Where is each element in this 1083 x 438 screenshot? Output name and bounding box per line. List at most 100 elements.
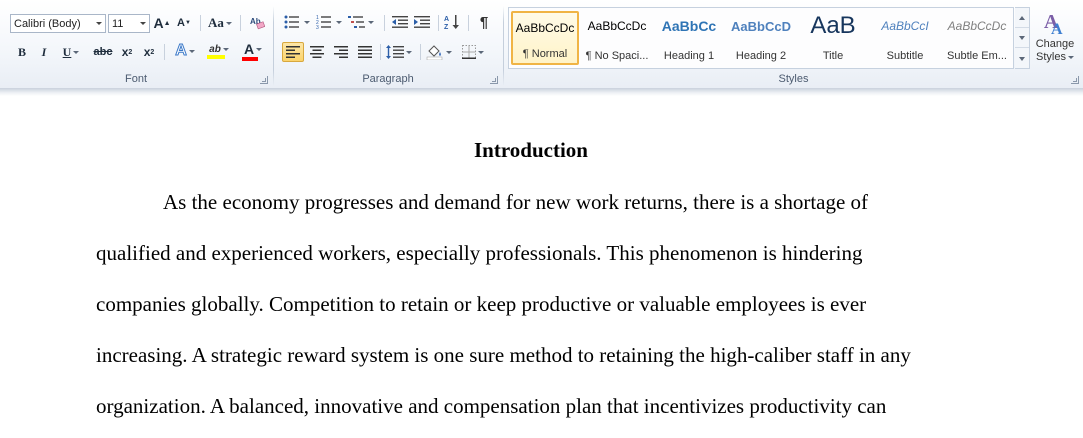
strikethrough-button[interactable]: abc xyxy=(92,42,114,62)
shrink-font-icon: A xyxy=(177,17,185,29)
document-heading: Introduction xyxy=(474,138,588,162)
superscript-button[interactable]: x2 xyxy=(140,42,158,62)
document-page[interactable]: Introduction As the economy progresses a… xyxy=(0,96,1083,438)
italic-button[interactable]: I xyxy=(36,42,52,62)
borders-button[interactable] xyxy=(458,42,488,62)
align-center-button[interactable] xyxy=(306,42,328,62)
style-preview: AaBbCcDc xyxy=(587,19,647,33)
chevron-down-icon xyxy=(446,50,452,54)
justify-button[interactable] xyxy=(354,42,376,62)
chevron-down-icon xyxy=(222,47,229,51)
change-styles-button[interactable]: A A Change Styles xyxy=(1031,6,1079,70)
highlight-button[interactable]: ab xyxy=(204,41,234,61)
bold-button[interactable]: B xyxy=(14,42,30,62)
shading-button[interactable] xyxy=(424,42,454,62)
separator xyxy=(384,15,385,31)
style-preview: AaBbCcDc xyxy=(515,21,575,35)
increase-indent-button[interactable] xyxy=(412,12,432,32)
styles-dialog-launcher-icon[interactable] xyxy=(1071,76,1079,84)
underline-button[interactable]: U xyxy=(58,42,84,62)
highlighter-icon: ab xyxy=(209,43,221,55)
show-formatting-marks-button[interactable]: ¶ xyxy=(474,12,494,32)
font-color-swatch xyxy=(242,57,258,61)
style-name: ¶ No Spaci... xyxy=(585,50,649,62)
highlight-color-swatch xyxy=(207,54,225,59)
bullets-button[interactable] xyxy=(282,12,312,32)
align-left-button[interactable] xyxy=(282,42,304,62)
clear-formatting-icon: Ab xyxy=(250,17,265,30)
font-name-dropdown-icon[interactable] xyxy=(96,22,102,25)
line-spacing-icon xyxy=(386,45,404,59)
chevron-down-icon xyxy=(304,20,310,24)
clear-formatting-button[interactable]: Ab xyxy=(247,12,267,32)
shrink-font-button[interactable]: A ▼ xyxy=(176,13,192,33)
style-preview: AaBbCcD xyxy=(731,19,791,34)
style-preview: AaBbCcI xyxy=(881,19,929,33)
chevron-down-icon xyxy=(225,21,232,25)
font-size-dropdown-icon[interactable] xyxy=(140,22,146,25)
chevron-up-icon xyxy=(1019,16,1025,20)
change-styles-label-1: Change xyxy=(1035,38,1075,50)
chevron-down-icon xyxy=(478,50,484,54)
separator xyxy=(164,44,165,60)
gallery-more[interactable] xyxy=(1015,48,1029,68)
svg-text:A: A xyxy=(1051,21,1063,38)
font-name-combo[interactable]: Calibri (Body) xyxy=(10,14,106,33)
pilcrow-icon: ¶ xyxy=(479,13,489,31)
style-heading-2[interactable]: AaBbCcD Heading 2 xyxy=(727,11,795,65)
styles-gallery-scroll xyxy=(1015,7,1030,69)
style-preview: AaB xyxy=(810,12,856,39)
style-subtitle[interactable]: AaBbCcI Subtitle xyxy=(871,11,939,65)
numbering-icon: 1 2 3 xyxy=(316,15,331,29)
style-title[interactable]: AaB Title xyxy=(799,11,867,65)
word-window: Calibri (Body) 11 A ▲ A ▼ Aa Ab B I U ab… xyxy=(0,0,1083,438)
change-case-button[interactable]: Aa xyxy=(206,13,234,33)
style-subtle-emphasis[interactable]: AaBbCcDc Subtle Em... xyxy=(943,11,1011,65)
text-effects-button[interactable]: A xyxy=(170,41,200,61)
more-icon xyxy=(1019,57,1025,61)
numbering-button[interactable]: 1 2 3 xyxy=(314,12,344,32)
chevron-down-icon xyxy=(256,47,263,51)
multilevel-list-button[interactable] xyxy=(346,12,376,32)
font-color-icon: A xyxy=(243,41,255,57)
paint-bucket-icon xyxy=(426,45,443,60)
change-styles-label-2-text: Styles xyxy=(1036,51,1066,63)
style-no-spacing[interactable]: AaBbCcDc ¶ No Spaci... xyxy=(583,11,651,65)
subscript-icon: x xyxy=(121,45,129,59)
align-right-button[interactable] xyxy=(330,42,352,62)
superscript-icon: x xyxy=(143,45,151,59)
style-heading-1[interactable]: AaBbCc Heading 1 xyxy=(655,11,723,65)
font-color-button[interactable]: A xyxy=(238,41,268,61)
separator xyxy=(200,15,201,31)
group-divider xyxy=(503,6,504,86)
chevron-down-icon xyxy=(188,49,195,53)
align-right-icon xyxy=(334,46,348,58)
decrease-indent-button[interactable] xyxy=(390,12,410,32)
strikethrough-icon: abc xyxy=(93,46,113,58)
subscript-button[interactable]: x2 xyxy=(118,42,136,62)
gallery-scroll-down[interactable] xyxy=(1015,28,1029,48)
grow-font-icon: A xyxy=(153,15,164,31)
separator xyxy=(240,15,241,31)
justify-icon xyxy=(358,46,372,58)
grow-font-button[interactable]: A ▲ xyxy=(153,13,170,33)
gallery-scroll-up[interactable] xyxy=(1015,8,1029,28)
document-line: As the economy progresses and demand for… xyxy=(163,190,869,214)
superscript-mark: 2 xyxy=(150,48,155,56)
style-name: Subtle Em... xyxy=(947,50,1007,62)
document-line: qualified and experienced workers, espec… xyxy=(96,241,863,265)
sort-button[interactable]: A Z xyxy=(442,12,462,32)
ribbon-shadow xyxy=(0,88,1083,96)
style-preview: AaBbCc xyxy=(661,18,717,34)
multilevel-list-icon xyxy=(348,16,365,28)
style-normal[interactable]: AaBbCcDc ¶ Normal xyxy=(511,11,579,65)
font-dialog-launcher-icon[interactable] xyxy=(260,76,268,84)
paragraph-group-label: Paragraph xyxy=(362,73,414,85)
separator xyxy=(380,44,381,60)
font-name-value: Calibri (Body) xyxy=(14,17,81,30)
style-name: ¶ Normal xyxy=(522,48,568,60)
paragraph-dialog-launcher-icon[interactable] xyxy=(490,76,498,84)
font-size-combo[interactable]: 11 xyxy=(108,14,150,33)
style-name: Heading 1 xyxy=(663,50,715,62)
line-spacing-button[interactable] xyxy=(384,42,414,62)
